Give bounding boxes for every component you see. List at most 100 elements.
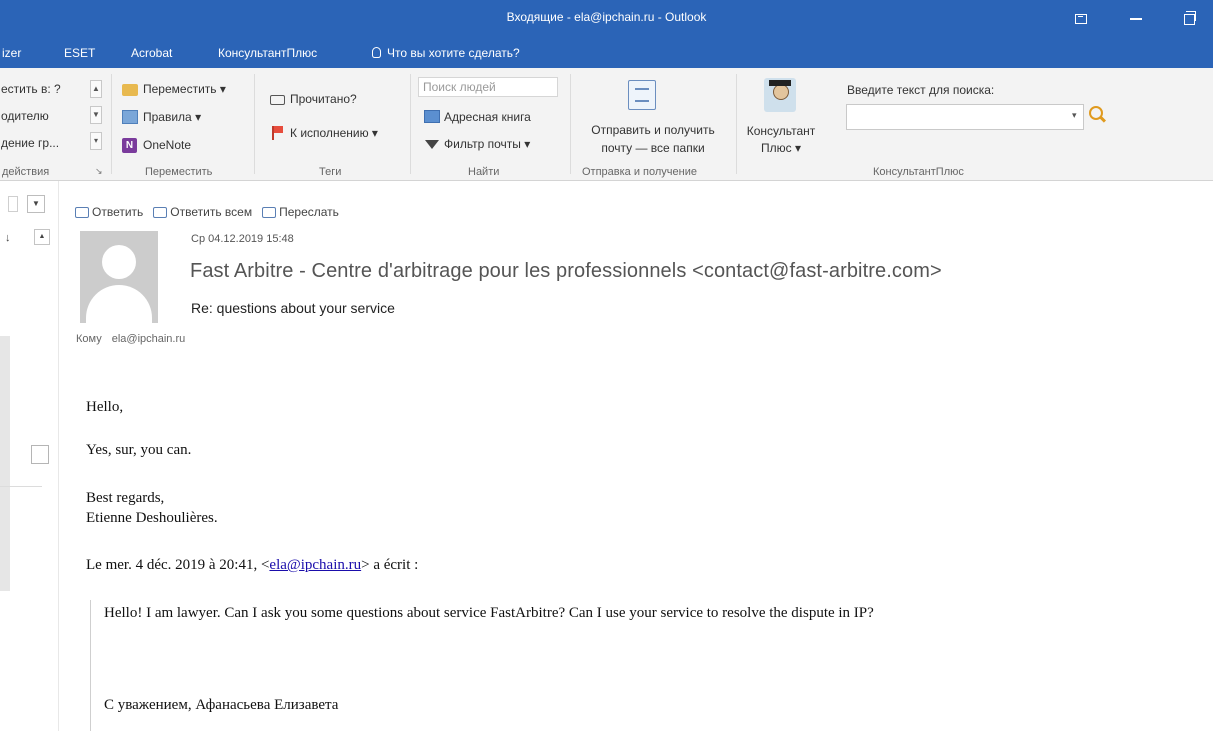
quote-bar bbox=[90, 600, 91, 731]
tell-me-label: Что вы хотите сделать? bbox=[387, 46, 520, 60]
list-divider bbox=[0, 486, 42, 487]
quick-step-team-email[interactable]: дение гр... bbox=[1, 136, 59, 150]
sender-avatar bbox=[80, 231, 158, 323]
consultant-search-input[interactable] bbox=[846, 104, 1084, 130]
onenote-button[interactable]: OneNote bbox=[143, 138, 191, 152]
quick-step-move-to[interactable]: естить в: ? bbox=[1, 82, 61, 96]
body-closing-1: Best regards, bbox=[86, 490, 165, 506]
ribbon: естить в: ? одителю дение гр... ▲ ▼ ▾ де… bbox=[0, 68, 1213, 181]
message-checkbox[interactable] bbox=[31, 445, 49, 464]
group-label-consultant-plus: КонсультантПлюс bbox=[873, 166, 964, 178]
send-receive-all-button[interactable]: Отправить и получить bbox=[579, 123, 727, 137]
to-recipient[interactable]: ela@ipchain.ru bbox=[112, 333, 186, 345]
follow-up-button[interactable]: К исполнению ▾ bbox=[290, 126, 378, 140]
ribbon-display-options-button[interactable] bbox=[1058, 0, 1104, 38]
ribbon-tabs: izer ESET Acrobat КонсультантПлюс Что вы… bbox=[0, 38, 1213, 68]
consultant-search-label: Введите текст для поиска: bbox=[847, 83, 995, 97]
quote-header-suffix: > a écrit : bbox=[361, 557, 419, 573]
quick-steps-scroll-down[interactable]: ▼ bbox=[90, 106, 102, 124]
reply-button[interactable]: Ответить bbox=[75, 205, 143, 219]
quote-line-1: Hello! I am lawyer. Can I ask you some q… bbox=[104, 605, 874, 621]
scrollbar-thumb[interactable] bbox=[0, 336, 10, 591]
minimize-button[interactable] bbox=[1113, 0, 1159, 38]
forward-label: Переслать bbox=[279, 205, 339, 219]
restore-button[interactable] bbox=[1166, 0, 1212, 38]
pane-divider bbox=[58, 181, 59, 731]
quote-email-link[interactable]: ela@ipchain.ru bbox=[269, 557, 361, 573]
sort-direction-icon[interactable]: ↓ bbox=[5, 232, 11, 244]
search-icon[interactable] bbox=[1089, 106, 1103, 120]
group-label-send-receive: Отправка и получение bbox=[582, 166, 697, 178]
consultant-plus-button[interactable]: Консультант bbox=[740, 124, 822, 138]
quote-header-prefix: Le mer. 4 déc. 2019 à 20:41, < bbox=[86, 557, 270, 573]
sort-dropdown[interactable]: ▼ bbox=[27, 195, 45, 213]
consultant-plus-label-line2: Плюс ▾ bbox=[761, 141, 801, 155]
title-bar: Входящие - ela@ipchain.ru - Outlook bbox=[0, 0, 1213, 38]
restore-icon bbox=[1183, 10, 1196, 25]
avatar-body bbox=[86, 285, 152, 323]
tab-acrobat[interactable]: Acrobat bbox=[131, 46, 172, 60]
group-separator bbox=[410, 74, 411, 174]
scroll-up-button[interactable]: ▲ bbox=[34, 229, 50, 245]
address-book-icon bbox=[424, 110, 440, 123]
consultant-plus-label: Плюс bbox=[761, 141, 792, 155]
minimize-icon bbox=[1130, 18, 1142, 20]
unread-read-button[interactable]: Прочитано? bbox=[290, 92, 357, 106]
dialog-launcher-icon[interactable]: ↘ bbox=[95, 166, 103, 177]
quick-steps-more[interactable]: ▾ bbox=[90, 132, 102, 150]
rules-button[interactable]: Правила ▾ bbox=[143, 110, 201, 124]
flag-icon bbox=[272, 126, 283, 140]
group-label-move: Переместить bbox=[145, 166, 213, 178]
envelope-open-icon bbox=[270, 95, 285, 105]
tell-me-search[interactable]: Что вы хотите сделать? bbox=[372, 46, 520, 60]
window-title: Входящие - ela@ipchain.ru - Outlook bbox=[506, 10, 707, 24]
reply-all-button[interactable]: Ответить всем bbox=[153, 205, 252, 219]
send-receive-label-line2: почту — все папки bbox=[601, 141, 705, 155]
move-folder-icon bbox=[122, 84, 138, 96]
group-separator bbox=[111, 74, 112, 174]
filter-email-button[interactable]: Фильтр почты ▾ bbox=[444, 137, 530, 151]
reply-all-icon bbox=[153, 206, 168, 218]
follow-up-label: К исполнению bbox=[290, 126, 369, 140]
move-button[interactable]: Переместить ▾ bbox=[143, 82, 226, 96]
rules-icon bbox=[122, 110, 138, 124]
message-date: Ср 04.12.2019 15:48 bbox=[191, 233, 294, 245]
send-receive-icon bbox=[628, 80, 656, 110]
filter-box[interactable] bbox=[8, 196, 18, 212]
rules-label: Правила bbox=[143, 110, 192, 124]
to-label: Кому bbox=[76, 333, 102, 345]
consultant-plus-icon bbox=[764, 78, 796, 112]
quote-header: Le mer. 4 déc. 2019 à 20:41, <ela@ipchai… bbox=[86, 557, 418, 574]
tab-organizer[interactable]: izer bbox=[2, 46, 21, 60]
forward-button[interactable]: Переслать bbox=[262, 205, 339, 219]
forward-icon bbox=[262, 206, 277, 218]
message-list-pane: ▼ ↓ ▲ bbox=[0, 181, 60, 731]
tab-consultant-plus[interactable]: КонсультантПлюс bbox=[218, 46, 317, 60]
reply-all-label: Ответить всем bbox=[170, 205, 253, 219]
consultant-search-dropdown[interactable]: ▾ bbox=[1072, 110, 1077, 121]
move-label: Переместить bbox=[143, 82, 217, 96]
reply-label: Ответить bbox=[92, 205, 144, 219]
ribbon-options-icon bbox=[1075, 14, 1087, 24]
tab-eset[interactable]: ESET bbox=[64, 46, 95, 60]
filter-email-label: Фильтр почты bbox=[444, 137, 521, 151]
body-closing-2: Etienne Deshoulières. bbox=[86, 510, 218, 526]
lightbulb-icon bbox=[372, 47, 381, 58]
quote-signature: С уважением, Афанасьева Елизавета bbox=[104, 697, 339, 713]
quick-step-to-manager[interactable]: одителю bbox=[1, 109, 49, 123]
group-label-tags: Теги bbox=[319, 166, 342, 178]
address-book-button[interactable]: Адресная книга bbox=[444, 110, 531, 124]
group-separator bbox=[736, 74, 737, 174]
people-search-input[interactable]: Поиск людей bbox=[418, 77, 558, 97]
quick-steps-scroll-up[interactable]: ▲ bbox=[90, 80, 102, 98]
message-actions: Ответить Ответить всем Переслать bbox=[75, 202, 339, 222]
message-sender[interactable]: Fast Arbitre - Centre d'arbitrage pour l… bbox=[190, 260, 942, 283]
group-separator bbox=[570, 74, 571, 174]
body-greeting: Hello, bbox=[86, 399, 124, 415]
group-separator bbox=[254, 74, 255, 174]
message-subject: Re: questions about your service bbox=[191, 300, 395, 316]
avatar-head bbox=[102, 245, 136, 279]
group-label-find: Найти bbox=[468, 166, 500, 178]
body-line-1: Yes, sur, you can. bbox=[86, 442, 192, 458]
group-label-quick-steps: действия bbox=[2, 166, 50, 178]
